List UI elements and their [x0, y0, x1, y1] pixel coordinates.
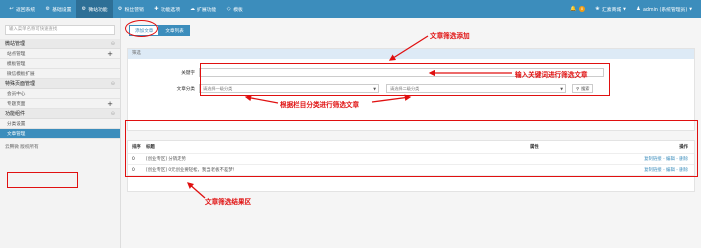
annotation-box-article-manage — [7, 172, 78, 188]
mall-label: 汇素商城 — [601, 7, 622, 13]
top-navbar: ↩ 返回系统 ⚙ 基础设置 ⚙ 微站功能 ⚙ 粉丝营销 ✚ 功能选项 ☁ 扩展功能 ◇ 模板 … — [0, 0, 701, 18]
plus-icon[interactable]: + — [107, 100, 113, 108]
sidebar-item-member-center[interactable]: 会员中心 — [0, 89, 120, 99]
nav-back-system[interactable]: ↩ 返回系统 — [4, 0, 40, 18]
caret-down-icon: ▼ — [689, 7, 692, 11]
nav-label: 粉丝营销 — [124, 7, 144, 13]
sidebar-item-template-manage[interactable]: 模板管理 — [0, 59, 120, 69]
copyright: 云腾微 版权所有 — [5, 145, 39, 150]
menu-search-input[interactable]: 输入菜单名称可快速查找 — [5, 25, 115, 35]
nav-basic-settings[interactable]: ⚙ 基础设置 — [40, 0, 76, 18]
sidebar-group-special[interactable]: 特殊页面管理 ⊖ — [0, 79, 120, 89]
sidebar-item-label: 分类设置 — [7, 121, 26, 127]
mall-menu[interactable]: ❀ 汇素商城 ▼ — [590, 0, 631, 18]
nav-extensions[interactable]: ☁ 扩展功能 — [185, 0, 221, 18]
annotation-box-filter — [200, 63, 610, 96]
plus-icon: ✚ — [154, 6, 159, 12]
caret-down-icon: ▼ — [623, 7, 626, 11]
sidebar-item-topic-page[interactable]: 专题页面 + — [0, 99, 120, 109]
gear-icon: ⚙ — [45, 6, 50, 12]
nav-label: 基础设置 — [52, 7, 72, 13]
sidebar-item-site-manage[interactable]: 站点管理 + — [0, 49, 120, 59]
cloud-icon: ☁ — [190, 6, 196, 12]
sidebar-item-wechat-template[interactable]: 微信模板扩展 — [0, 69, 120, 79]
collapse-icon[interactable]: ⊖ — [111, 111, 115, 117]
annotation-filter-add: 文章筛选添加 — [430, 32, 470, 40]
filter-panel-title: 筛选 — [128, 49, 694, 59]
notification-button[interactable]: 🔔 0 — [565, 0, 590, 18]
sidebar-item-label: 模板管理 — [7, 61, 26, 67]
nav-label: 模板 — [233, 7, 243, 13]
group-title: 功能组件 — [5, 111, 26, 117]
nav-function-options[interactable]: ✚ 功能选项 — [149, 0, 185, 18]
sidebar-item-label: 会员中心 — [7, 91, 26, 97]
nav-label: 返回系统 — [16, 7, 36, 13]
nav-fan-marketing[interactable]: ⚙ 粉丝营销 — [113, 0, 149, 18]
gear-icon: ⚙ — [117, 6, 123, 12]
category-label: 文章分类 — [176, 86, 195, 92]
collapse-icon[interactable]: ⊖ — [111, 81, 115, 87]
sidebar-item-article-manage[interactable]: 文章管理 — [0, 129, 120, 139]
sidebar-group-site[interactable]: 微站管理 ⊖ — [0, 39, 120, 49]
sidebar: 输入菜单名称可快速查找 微站管理 ⊖ 站点管理 + 模板管理 微信模板扩展 特殊页面… — [0, 18, 121, 248]
user-menu[interactable]: ♟ admin (系统管理员) ▼ — [631, 0, 697, 18]
gear-icon: ⚙ — [81, 6, 87, 12]
annotation-box-results — [125, 120, 698, 177]
nav-label: 扩展功能 — [197, 7, 217, 13]
arrow-left-icon: ↩ — [9, 6, 14, 12]
sidebar-item-label: 专题页面 — [7, 101, 26, 107]
sidebar-item-category-settings[interactable]: 分类设置 — [0, 119, 120, 129]
annotation-category-tip: 根据栏目分类进行筛选文章 — [280, 101, 360, 109]
keyword-label: 关键字 — [181, 70, 195, 76]
sidebar-group-components[interactable]: 功能组件 ⊖ — [0, 109, 120, 119]
shop-icon: ❀ — [595, 6, 600, 12]
user-icon: ♟ — [636, 6, 641, 12]
notification-badge: 0 — [578, 6, 585, 12]
group-title: 微站管理 — [5, 41, 26, 47]
collapse-icon[interactable]: ⊖ — [111, 41, 115, 47]
nav-label: 微站功能 — [88, 7, 108, 13]
nav-templates[interactable]: ◇ 模板 — [221, 0, 248, 18]
top-right-nav: 🔔 0 ❀ 汇素商城 ▼ ♟ admin (系统管理员) ▼ — [565, 0, 697, 18]
user-label: admin (系统管理员) — [642, 7, 688, 13]
diamond-icon: ◇ — [226, 6, 231, 12]
annotation-keyword-tip: 输入关键词进行筛选文章 — [515, 71, 588, 79]
annotation-result-area: 文章筛选结果区 — [205, 198, 252, 206]
sidebar-item-label: 站点管理 — [7, 51, 26, 57]
bell-icon: 🔔 — [569, 6, 577, 12]
group-title: 特殊页面管理 — [5, 81, 36, 87]
annotation-oval-add-tab — [125, 20, 158, 37]
tab-article-list[interactable]: 文章列表 — [159, 25, 190, 36]
sidebar-item-label: 微信模板扩展 — [7, 71, 35, 77]
sidebar-item-label: 文章管理 — [7, 131, 26, 137]
nav-label: 功能选项 — [160, 7, 181, 13]
plus-icon[interactable]: + — [107, 50, 113, 58]
nav-micro-site[interactable]: ⚙ 微站功能 — [76, 0, 113, 18]
